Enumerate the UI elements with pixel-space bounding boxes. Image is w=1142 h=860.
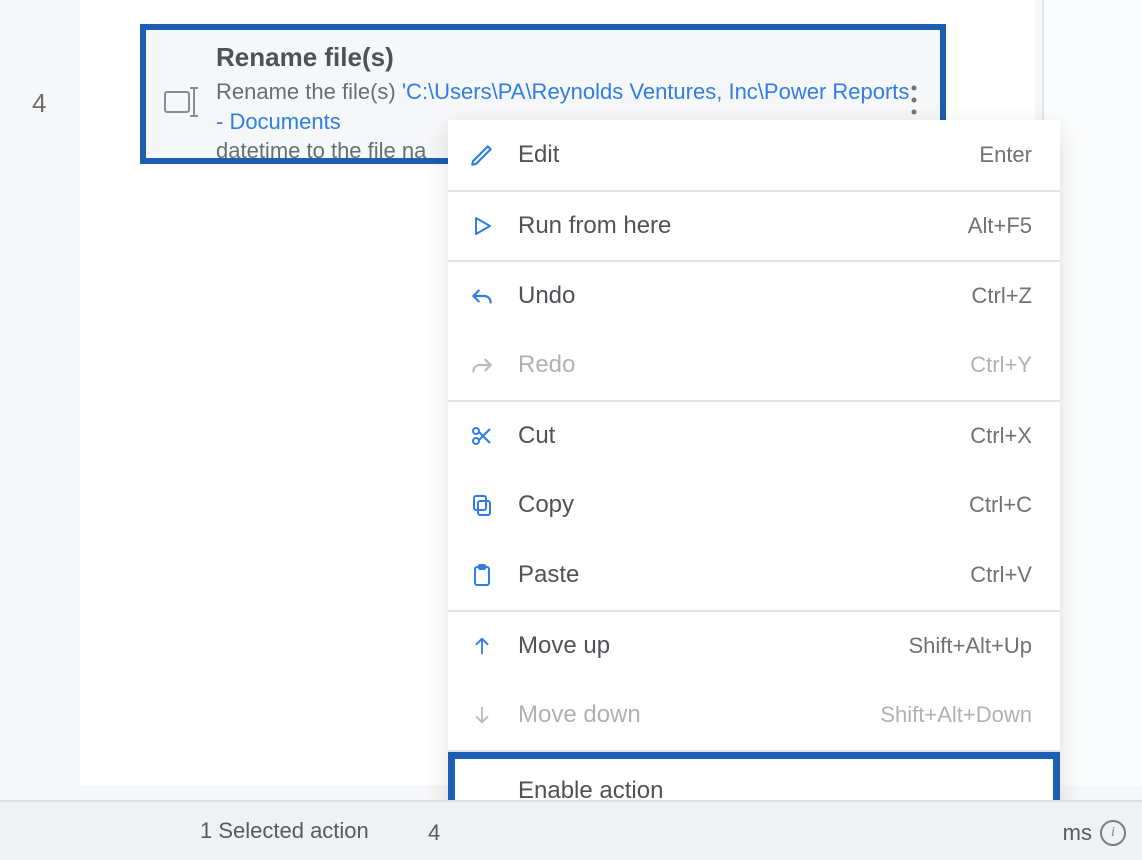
menu-redo-shortcut: Ctrl+Y: [970, 352, 1032, 378]
menu-copy[interactable]: Copy Ctrl+C: [448, 470, 1060, 540]
menu-cut-label: Cut: [518, 422, 970, 450]
menu-undo-label: Undo: [518, 282, 972, 310]
menu-paste-label: Paste: [518, 561, 970, 589]
arrow-up-icon: [468, 632, 496, 660]
menu-movedown-label: Move down: [518, 701, 880, 729]
menu-copy-shortcut: Ctrl+C: [969, 492, 1032, 518]
menu-run-label: Run from here: [518, 212, 968, 240]
copy-icon: [468, 491, 496, 519]
rename-file-icon: [164, 86, 204, 118]
status-bar: 1 Selected action 4 ms i: [0, 800, 1142, 860]
status-ms-label: ms: [1063, 820, 1092, 846]
menu-paste-shortcut: Ctrl+V: [970, 562, 1032, 588]
menu-edit-label: Edit: [518, 141, 979, 169]
menu-cut-shortcut: Ctrl+X: [970, 423, 1032, 449]
context-menu: Edit Enter Run from here Alt+F5 Undo Ctr…: [448, 120, 1060, 830]
menu-cut[interactable]: Cut Ctrl+X: [448, 400, 1060, 470]
menu-move-down[interactable]: Move down Shift+Alt+Down: [448, 680, 1060, 750]
action-title: Rename file(s): [216, 42, 918, 73]
menu-paste[interactable]: Paste Ctrl+V: [448, 540, 1060, 610]
scissors-icon: [468, 422, 496, 450]
menu-redo-label: Redo: [518, 351, 970, 379]
action-desc-suffix: datetime to the file na: [216, 138, 426, 163]
menu-redo[interactable]: Redo Ctrl+Y: [448, 330, 1060, 400]
menu-moveup-shortcut: Shift+Alt+Up: [908, 633, 1032, 659]
menu-movedown-shortcut: Shift+Alt+Down: [880, 702, 1032, 728]
play-icon: [468, 212, 496, 240]
step-number: 4: [32, 88, 46, 119]
menu-edit-shortcut: Enter: [979, 142, 1032, 168]
menu-copy-label: Copy: [518, 491, 969, 519]
more-options-icon[interactable]: [902, 80, 926, 120]
arrow-down-icon: [468, 701, 496, 729]
action-desc-prefix: Rename the file(s): [216, 79, 402, 104]
undo-icon: [468, 282, 496, 310]
menu-undo[interactable]: Undo Ctrl+Z: [448, 260, 1060, 330]
clipboard-icon: [468, 561, 496, 589]
status-ms-group: ms i: [1063, 820, 1126, 846]
status-selected: 1 Selected action: [200, 818, 369, 844]
menu-run-from-here[interactable]: Run from here Alt+F5: [448, 190, 1060, 260]
menu-moveup-label: Move up: [518, 632, 908, 660]
workspace: 4 Rename file(s) Rename the file(s) 'C:\…: [0, 0, 1142, 860]
redo-icon: [468, 351, 496, 379]
pencil-icon: [468, 141, 496, 169]
menu-run-shortcut: Alt+F5: [968, 213, 1032, 239]
menu-move-up[interactable]: Move up Shift+Alt+Up: [448, 610, 1060, 680]
info-icon[interactable]: i: [1100, 820, 1126, 846]
menu-undo-shortcut: Ctrl+Z: [972, 283, 1033, 309]
status-fragment: 4: [428, 820, 440, 846]
menu-edit[interactable]: Edit Enter: [448, 120, 1060, 190]
